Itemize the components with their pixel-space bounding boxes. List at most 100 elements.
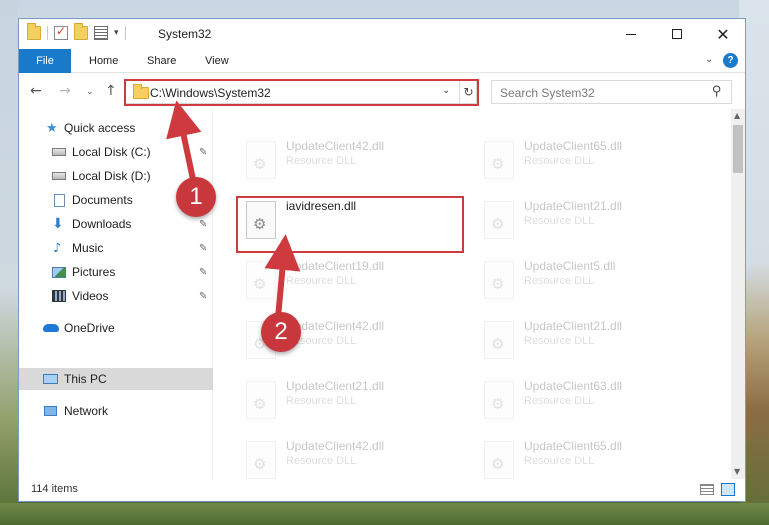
folder-icon	[27, 23, 41, 40]
scrollbar-thumb[interactable]	[733, 125, 743, 173]
help-icon[interactable]: ?	[723, 53, 738, 68]
file-name: UpdateClient63.dll	[524, 379, 623, 393]
up-button[interactable]: ↑	[105, 83, 117, 99]
tab-file[interactable]: File	[19, 49, 71, 73]
sidebar-item-network[interactable]: Network	[19, 400, 213, 422]
file-type: Resource DLL	[524, 455, 595, 467]
sidebar-item-local-disk-c[interactable]: Local Disk (C:) ✎	[19, 141, 213, 163]
onedrive-icon	[43, 324, 59, 332]
file-type: Resource DLL	[524, 155, 595, 167]
dll-file-icon	[246, 141, 276, 179]
sidebar-item-onedrive[interactable]: OneDrive	[19, 317, 213, 339]
pin-icon[interactable]: ✎	[199, 267, 207, 278]
dll-file-icon	[484, 261, 514, 299]
file-name: UpdateClient65.dll	[524, 139, 623, 153]
drive-icon	[52, 148, 66, 156]
sidebar-item-label: Local Disk (D:)	[72, 169, 151, 183]
file-item[interactable]: UpdateClient21.dll Resource DLL	[238, 377, 468, 427]
maximize-button[interactable]	[654, 19, 700, 49]
sidebar-item-videos[interactable]: Videos ✎	[19, 285, 213, 307]
scroll-down-icon[interactable]: ▼	[734, 467, 740, 476]
details-view-icon[interactable]	[700, 484, 714, 495]
sidebar-item-label: Network	[64, 404, 109, 418]
dll-file-icon	[246, 441, 276, 479]
sidebar-item-label: OneDrive	[64, 321, 115, 335]
quick-access-toolbar: ▾	[27, 23, 126, 40]
sidebar-item-label: Quick access	[64, 121, 136, 135]
step-badge-1: 1	[176, 177, 216, 217]
file-item[interactable]: UpdateClient42.dll Resource DLL	[238, 137, 468, 187]
sidebar-item-pictures[interactable]: Pictures ✎	[19, 261, 213, 283]
music-icon: ♪	[53, 240, 62, 256]
minimize-button[interactable]	[608, 19, 654, 49]
expand-ribbon-chevron-icon[interactable]: ⌄	[705, 54, 713, 65]
file-name: UpdateClient21.dll	[524, 319, 623, 333]
dll-file-icon	[484, 441, 514, 479]
sidebar-item-quick-access[interactable]: ★ Quick access	[19, 117, 213, 139]
item-count: 114 items	[31, 483, 78, 495]
file-item[interactable]: UpdateClient65.dll Resource DLL	[476, 137, 706, 187]
file-type: Resource DLL	[524, 215, 595, 227]
sidebar-item-this-pc[interactable]: This PC	[19, 368, 213, 390]
sidebar-item-label: Documents	[72, 193, 133, 207]
pin-icon[interactable]: ✎	[199, 243, 207, 254]
file-item[interactable]: UpdateClient63.dll Resource DLL	[476, 377, 706, 427]
pin-icon[interactable]: ✎	[199, 219, 207, 230]
sidebar-item-downloads[interactable]: ⬇ Downloads ✎	[19, 213, 213, 235]
file-type: Resource DLL	[524, 275, 595, 287]
file-type: Resource DLL	[286, 455, 357, 467]
file-name: UpdateClient19.dll	[286, 259, 385, 273]
file-item[interactable]: UpdateClient42.dll Resource DLL	[238, 437, 468, 479]
file-item[interactable]: UpdateClient21.dll Resource DLL	[476, 317, 706, 367]
file-item[interactable]: UpdateClient5.dll Resource DLL	[476, 257, 706, 307]
desktop-background-bottom	[0, 503, 769, 525]
toolbar-separator	[124, 26, 126, 40]
forward-button[interactable]: →	[59, 83, 71, 99]
large-icons-view-icon[interactable]	[721, 483, 735, 496]
pc-icon	[43, 374, 58, 384]
close-button[interactable]: ✕	[700, 19, 746, 49]
pin-icon[interactable]: ✎	[199, 147, 207, 158]
scroll-up-icon[interactable]: ▲	[734, 111, 740, 120]
tab-view[interactable]: View	[205, 49, 229, 73]
file-name: UpdateClient42.dll	[286, 439, 385, 453]
tab-home[interactable]: Home	[89, 49, 118, 73]
address-bar-highlight	[124, 79, 479, 106]
pin-icon[interactable]: ✎	[199, 291, 207, 302]
toolbar-separator	[47, 26, 48, 40]
search-box[interactable]: Search System32 ⚲	[491, 80, 732, 104]
dll-file-icon	[484, 201, 514, 239]
status-bar: 114 items	[19, 479, 745, 501]
step-badge-2: 2	[261, 312, 301, 352]
back-button[interactable]: ←	[30, 83, 42, 99]
sidebar-item-music[interactable]: ♪ Music ✎	[19, 237, 213, 259]
sidebar-item-label: Videos	[72, 289, 109, 303]
file-explorer-window: ▾ System32 ✕ File Home Share View ⌄ ? ← …	[18, 18, 746, 502]
file-type: Resource DLL	[286, 275, 357, 287]
properties-check-icon[interactable]	[54, 24, 68, 40]
customize-toolbar-chevron-icon[interactable]: ▾	[114, 28, 119, 38]
file-name: UpdateClient5.dll	[524, 259, 616, 273]
ribbon-tabs: File Home Share View ⌄ ?	[19, 49, 745, 73]
dll-file-icon	[246, 381, 276, 419]
file-name: UpdateClient21.dll	[286, 379, 385, 393]
file-item[interactable]: UpdateClient65.dll Resource DLL	[476, 437, 706, 479]
search-icon[interactable]: ⚲	[712, 84, 722, 99]
pictures-icon	[52, 266, 66, 278]
dll-file-icon	[484, 141, 514, 179]
maximize-icon	[672, 29, 682, 39]
tab-share[interactable]: Share	[147, 49, 176, 73]
file-name: UpdateClient42.dll	[286, 139, 385, 153]
videos-icon	[52, 290, 66, 302]
navigation-pane: ★ Quick access Local Disk (C:) ✎ Local D…	[19, 109, 213, 479]
file-item[interactable]: UpdateClient21.dll Resource DLL	[476, 197, 706, 247]
desktop-background-left	[0, 0, 18, 525]
vertical-scrollbar[interactable]: ▲ ▼	[731, 109, 745, 479]
search-input[interactable]: Search System32	[500, 86, 595, 100]
properties-icon[interactable]	[94, 26, 108, 40]
new-folder-icon[interactable]	[74, 23, 88, 40]
file-type: Resource DLL	[524, 395, 595, 407]
recent-locations-chevron-icon[interactable]: ⌄	[86, 87, 94, 97]
window-title: System32	[158, 27, 212, 41]
file-item[interactable]: UpdateClient19.dll Resource DLL	[238, 257, 468, 307]
